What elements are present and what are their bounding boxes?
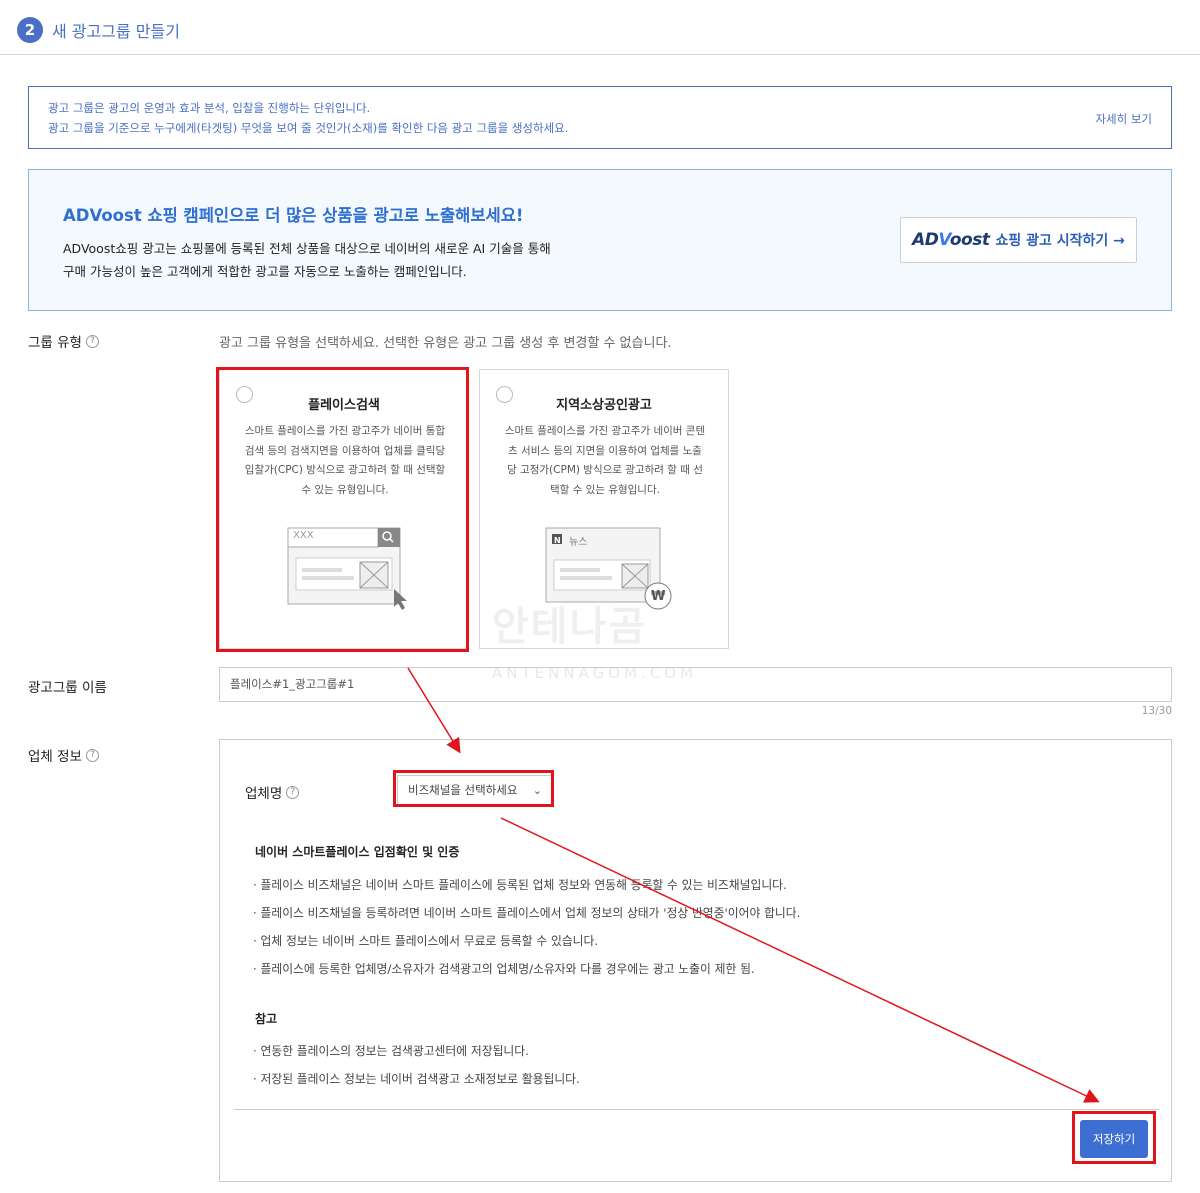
highlight-box-card xyxy=(216,367,469,652)
biz-info-label: 업체 정보 ? xyxy=(28,745,99,765)
info-line-2: 광고 그룹을 기준으로 누구에게(타겟팅) 무엇을 보여 줄 것인가(소재)를 … xyxy=(48,121,569,135)
card-desc: 스마트 플레이스를 가진 광고주가 네이버 콘텐츠 서비스 등의 지면을 이용하… xyxy=(504,425,706,496)
section-title: 네이버 스마트플레이스 입점확인 및 인증 xyxy=(255,845,460,859)
won-coin-icon: ₩ xyxy=(651,589,666,604)
char-counter: 13/30 xyxy=(1141,705,1172,717)
list-item: · 연동한 플레이스의 정보는 검색광고센터에 저장됩니다. xyxy=(253,1044,529,1058)
help-icon[interactable]: ? xyxy=(85,334,99,348)
promo-desc-1: ADVoost쇼핑 광고는 쇼핑몰에 등록된 전체 상품을 대상으로 네이버의 … xyxy=(63,241,551,256)
info-box: 광고 그룹은 광고의 운영과 효과 분석, 입찰을 진행하는 단위입니다. 광고… xyxy=(28,86,1172,149)
group-name-label: 광고그룹 이름 xyxy=(28,680,107,696)
naver-badge: N xyxy=(554,536,561,545)
list-item: · 저장된 플레이스 정보는 네이버 검색광고 소재정보로 활용됩니다. xyxy=(253,1072,580,1086)
page-header: 2 새 광고그룹 만들기 xyxy=(0,0,1200,55)
promo-desc-2: 구매 가능성이 높은 고객에게 적합한 광고를 자동으로 노출하는 캠페인입니다… xyxy=(63,264,467,279)
card-title: 지역소상공인광고 xyxy=(556,398,652,413)
help-icon[interactable]: ? xyxy=(85,748,99,762)
group-type-label: 그룹 유형 ? xyxy=(28,331,99,351)
group-name-input[interactable]: 플레이스#1_광고그룹#1 xyxy=(219,667,1172,702)
biz-name-label: 업체명 ? xyxy=(245,782,300,802)
advoost-start-label: 쇼핑 광고 시작하기 → xyxy=(995,233,1125,249)
highlight-box-select xyxy=(393,770,554,807)
group-type-description: 광고 그룹 유형을 선택하세요. 선택한 유형은 광고 그룹 생성 후 변경할 … xyxy=(219,336,672,351)
advoost-logo: ADVoost xyxy=(912,230,990,250)
page-title: 새 광고그룹 만들기 xyxy=(52,22,180,41)
section-title-note: 참고 xyxy=(255,1012,278,1026)
highlight-box-save xyxy=(1072,1111,1156,1164)
illust-news-text: 뉴스 xyxy=(569,537,588,548)
help-icon[interactable]: ? xyxy=(286,785,300,799)
promo-title: ADVoost 쇼핑 캠페인으로 더 많은 상품을 광고로 노출해보세요! xyxy=(63,206,524,225)
biz-info-panel: 업체명 ? 비즈채널을 선택하세요 ⌄ 네이버 스마트플레이스 입점확인 및 인… xyxy=(219,739,1172,1182)
list-item: · 플레이스 비즈채널은 네이버 스마트 플레이스에 등록된 업체 정보와 연동… xyxy=(253,878,787,892)
list-item: · 플레이스 비즈채널을 등록하려면 네이버 스마트 플레이스에서 업체 정보의… xyxy=(253,906,801,920)
list-item: · 업체 정보는 네이버 스마트 플레이스에서 무료로 등록할 수 있습니다. xyxy=(253,934,599,948)
info-line-1: 광고 그룹은 광고의 운영과 효과 분석, 입찰을 진행하는 단위입니다. xyxy=(48,101,371,115)
list-item: · 플레이스에 등록한 업체명/소유자가 검색광고의 업체명/소유자와 다를 경… xyxy=(253,962,755,976)
advoost-promo-banner: ADVoost 쇼핑 캠페인으로 더 많은 상품을 광고로 노출해보세요! AD… xyxy=(28,169,1172,311)
watermark: 안테나곰 xyxy=(492,604,648,650)
more-info-link[interactable]: 자세히 보기 xyxy=(1095,111,1152,127)
step-number-badge: 2 xyxy=(17,17,43,43)
divider xyxy=(234,1109,1159,1110)
advoost-start-button[interactable]: ADVoost 쇼핑 광고 시작하기 → xyxy=(900,217,1137,263)
